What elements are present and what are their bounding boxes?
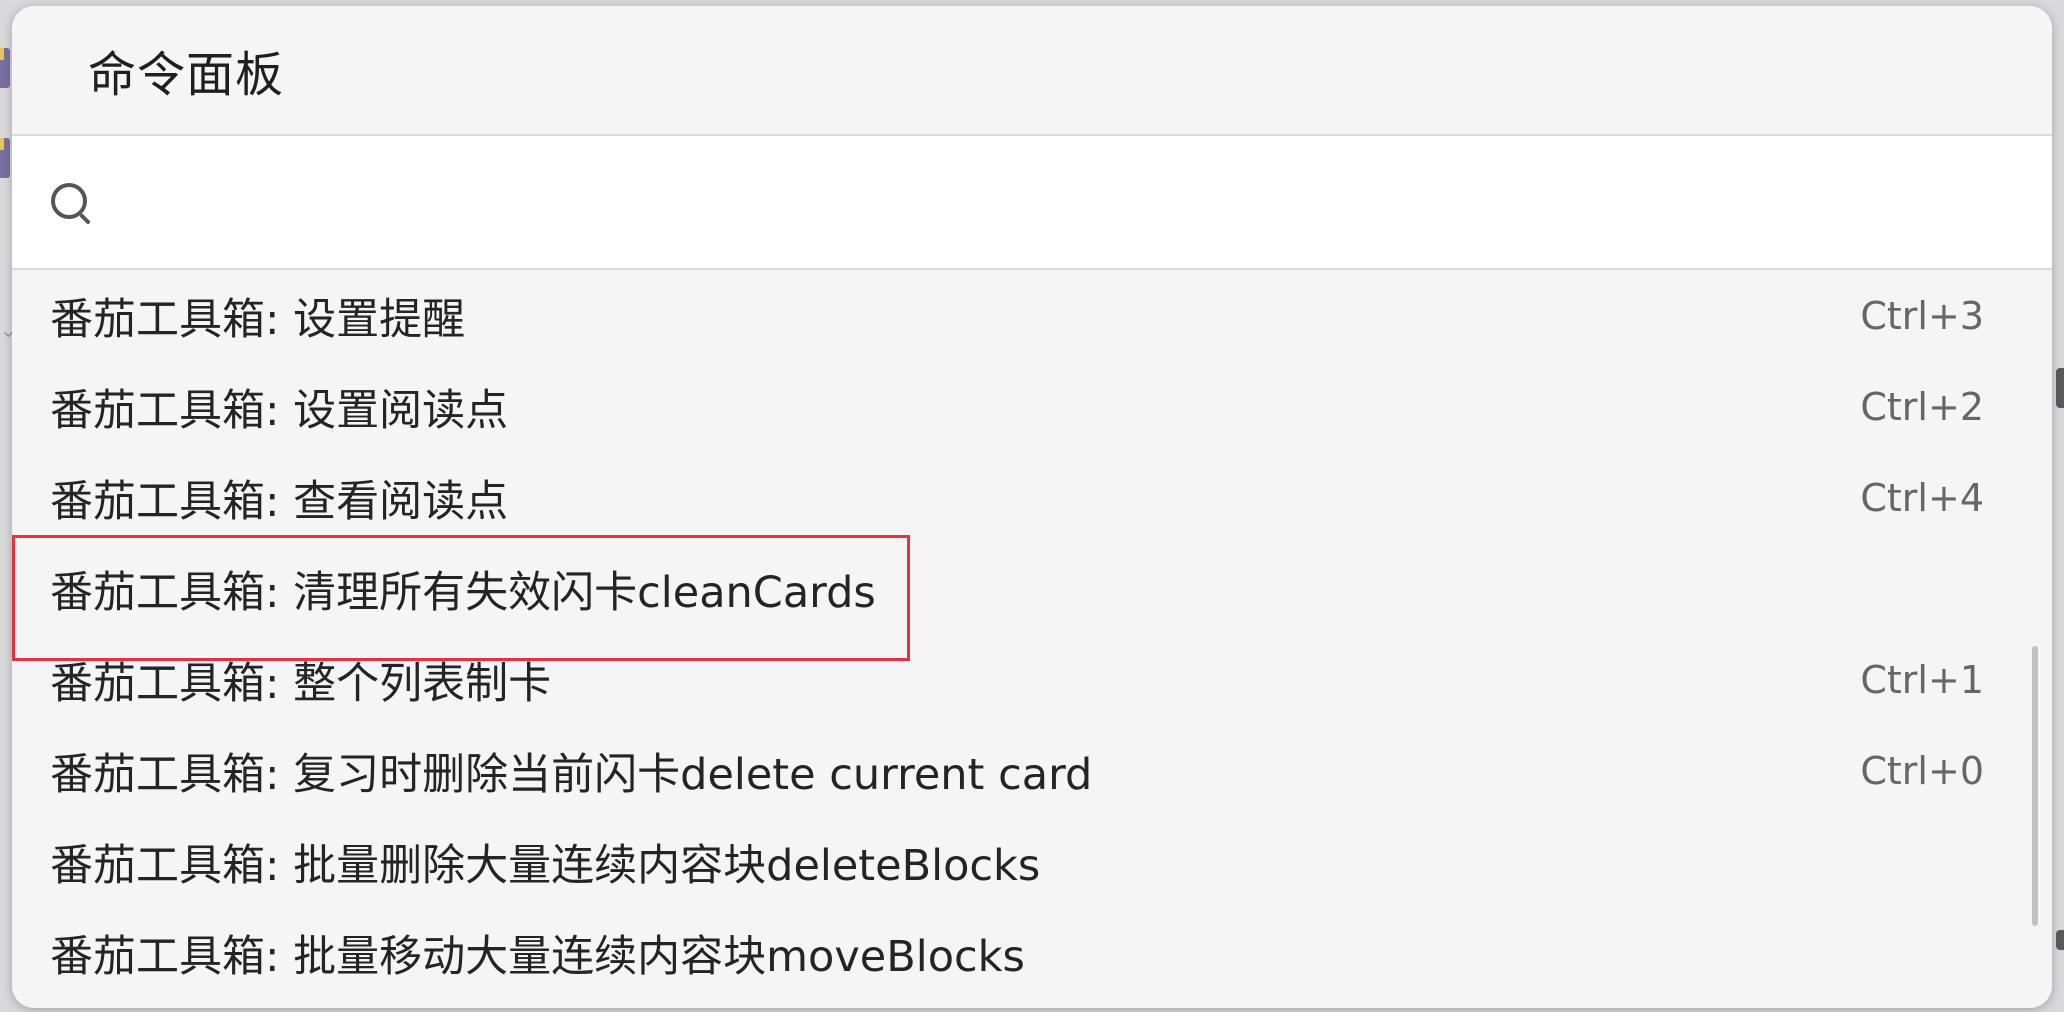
command-shortcut: Ctrl+1 — [1860, 657, 1984, 702]
command-label: 番茄工具箱: 整个列表制卡 — [50, 658, 552, 709]
command-item-delete-blocks[interactable]: 番茄工具箱: 批量删除大量连续内容块deleteBlocks — [12, 816, 2052, 907]
command-shortcut: Ctrl+3 — [1860, 293, 1984, 338]
command-item-delete-current-card[interactable]: 番茄工具箱: 复习时删除当前闪卡delete current card Ctrl… — [12, 725, 2052, 816]
palette-header: 命令面板 — [12, 6, 2052, 136]
background-chevron-icon: ⌄ — [0, 318, 17, 342]
search-input[interactable] — [112, 160, 2016, 246]
command-label: 番茄工具箱: 查看阅读点 — [50, 476, 509, 527]
command-label: 番茄工具箱: 设置阅读点 — [50, 385, 509, 436]
search-icon — [51, 183, 90, 224]
palette-title: 命令面板 — [88, 47, 285, 103]
command-shortcut: Ctrl+0 — [1860, 748, 1984, 793]
command-label: 番茄工具箱: 批量移动大量连续内容块moveBlocks — [50, 931, 1025, 982]
command-list: 番茄工具箱: 设置提醒 Ctrl+3 番茄工具箱: 设置阅读点 Ctrl+2 番… — [12, 270, 2052, 998]
background-right-marker — [2056, 930, 2064, 950]
command-item-set-reading-point[interactable]: 番茄工具箱: 设置阅读点 Ctrl+2 — [12, 361, 2052, 452]
command-item-move-blocks[interactable]: 番茄工具箱: 批量移动大量连续内容块moveBlocks — [12, 907, 2052, 998]
scrollbar[interactable] — [2032, 646, 2038, 926]
command-palette: 命令面板 番茄工具箱: 设置提醒 Ctrl+3 番茄工具箱: 设置阅读点 Ctr… — [12, 6, 2052, 1008]
command-label: 番茄工具箱: 批量删除大量连续内容块deleteBlocks — [50, 840, 1041, 891]
background-doc-icon — [0, 48, 10, 88]
command-item-list-to-cards[interactable]: 番茄工具箱: 整个列表制卡 Ctrl+1 — [12, 634, 2052, 725]
command-shortcut: Ctrl+2 — [1860, 384, 1984, 429]
command-item-clean-cards[interactable]: 番茄工具箱: 清理所有失效闪卡cleanCards — [12, 543, 2052, 634]
command-item-set-reminder[interactable]: 番茄工具箱: 设置提醒 Ctrl+3 — [12, 270, 2052, 361]
command-label: 番茄工具箱: 复习时删除当前闪卡delete current card — [50, 749, 1093, 800]
search-bar[interactable] — [12, 136, 2052, 270]
command-shortcut: Ctrl+4 — [1860, 475, 1984, 520]
command-item-view-reading-point[interactable]: 番茄工具箱: 查看阅读点 Ctrl+4 — [12, 452, 2052, 543]
command-label: 番茄工具箱: 设置提醒 — [50, 294, 466, 345]
background-right-marker — [2056, 368, 2064, 408]
background-doc-icon — [0, 138, 10, 178]
command-label: 番茄工具箱: 清理所有失效闪卡cleanCards — [50, 567, 876, 618]
